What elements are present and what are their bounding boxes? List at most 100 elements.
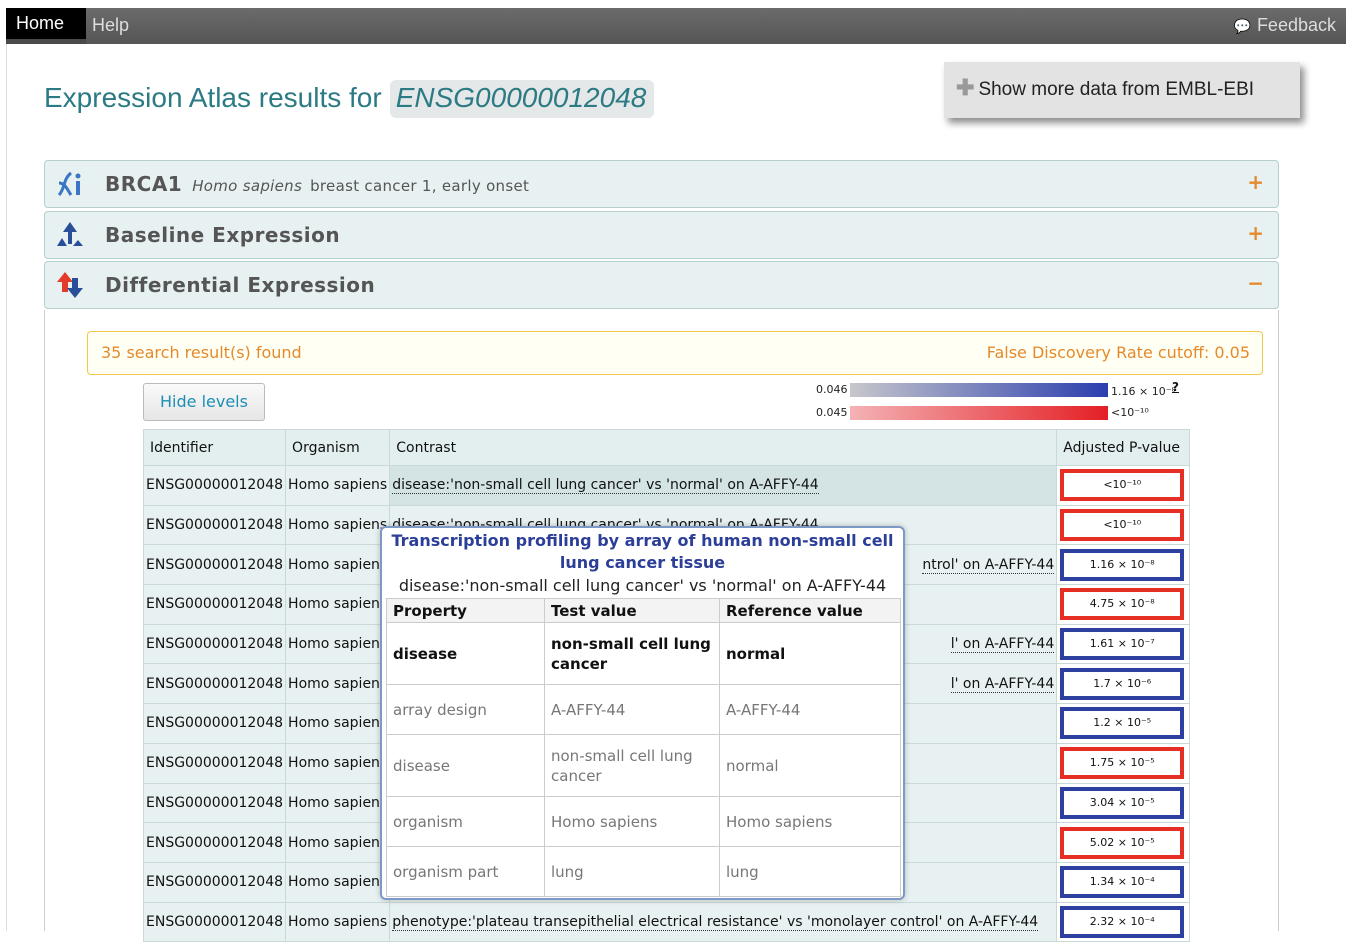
nav-help-tab[interactable]: Help bbox=[92, 8, 129, 44]
property-name: disease bbox=[386, 622, 545, 685]
fdr-cutoff: False Discovery Rate cutoff: 0.05 bbox=[986, 343, 1250, 362]
row-organism: Homo sapiens bbox=[285, 465, 391, 506]
legend-blue-max: 1.16 × 10⁻⁸ bbox=[1111, 385, 1176, 398]
row-p-value-cell: 1.7 × 10⁻⁶ bbox=[1056, 663, 1191, 705]
row-identifier: ENSG00000012048 bbox=[142, 742, 287, 784]
page-border bbox=[6, 44, 7, 931]
p-value-badge: 1.61 × 10⁻⁷ bbox=[1060, 628, 1185, 661]
results-summary: 35 search result(s) found False Discover… bbox=[87, 331, 1263, 375]
contrast-link[interactable]: phenotype:'plateau transepithelial elect… bbox=[392, 913, 1039, 931]
row-organism: Homo sapiens bbox=[285, 861, 391, 903]
header-adjusted-p-value[interactable]: Adjusted P-value bbox=[1056, 429, 1191, 466]
results-count: 35 search result(s) found bbox=[101, 343, 302, 362]
row-identifier: ENSG00000012048 bbox=[142, 465, 287, 506]
property-row: organism Homo sapiens Homo sapiens bbox=[386, 796, 901, 847]
table-row[interactable]: ENSG00000012048Homo sapiensdisease:'non-… bbox=[142, 465, 1191, 506]
row-p-value-cell: 1.16 × 10⁻⁸ bbox=[1056, 544, 1191, 586]
baseline-expression-icon bbox=[57, 222, 83, 246]
hide-levels-button[interactable]: Hide levels bbox=[143, 383, 265, 421]
property-name: organism part bbox=[386, 846, 545, 897]
legend-blue-gradient bbox=[850, 383, 1108, 397]
show-more-data-button[interactable]: ✚ Show more data from EMBL-EBI bbox=[944, 62, 1300, 118]
row-p-value-cell: 1.61 × 10⁻⁷ bbox=[1056, 623, 1191, 665]
p-value-badge: 1.16 × 10⁻⁸ bbox=[1060, 548, 1185, 581]
collapse-toggle-icon[interactable]: − bbox=[1247, 271, 1264, 295]
feedback-link[interactable]: 💬 Feedback bbox=[1234, 8, 1337, 44]
tooltip-header-test-value: Test value bbox=[544, 598, 720, 623]
experiment-tooltip: Transcription profiling by array of huma… bbox=[380, 526, 905, 900]
contrast-link[interactable]: l' on A-AFFY-44 bbox=[950, 675, 1055, 693]
differential-expression-icon bbox=[57, 272, 83, 298]
row-p-value-cell: <10⁻¹⁰ bbox=[1056, 504, 1191, 546]
p-value-badge: 2.32 × 10⁻⁴ bbox=[1060, 905, 1185, 938]
row-organism: Homo sapiens bbox=[285, 822, 391, 863]
row-identifier: ENSG00000012048 bbox=[142, 623, 287, 665]
tooltip-header-property: Property bbox=[386, 598, 545, 623]
property-name: organism bbox=[386, 796, 545, 847]
row-identifier: ENSG00000012048 bbox=[142, 782, 287, 824]
speech-bubble-icon: 💬 bbox=[1233, 18, 1251, 34]
expand-toggle-icon[interactable]: + bbox=[1247, 221, 1264, 245]
show-more-data-label: Show more data from EMBL-EBI bbox=[978, 79, 1255, 100]
row-organism: Homo sapiens bbox=[285, 544, 391, 586]
gene-info-panel[interactable]: BRCA1 Homo sapiens breast cancer 1, early … bbox=[44, 160, 1279, 208]
gene-symbol: BRCA1 bbox=[105, 172, 183, 196]
property-name: array design bbox=[386, 684, 545, 735]
row-p-value-cell: 1.34 × 10⁻⁴ bbox=[1056, 861, 1191, 903]
row-contrast[interactable]: disease:'non-small cell lung cancer' vs … bbox=[389, 465, 1058, 506]
legend-help-link[interactable]: ? bbox=[1172, 380, 1179, 394]
contrast-link[interactable]: disease:'non-small cell lung cancer' vs … bbox=[392, 477, 819, 495]
row-identifier: ENSG00000012048 bbox=[142, 861, 287, 903]
tooltip-contrast: disease:'non-small cell lung cancer' vs … bbox=[398, 576, 887, 595]
expand-toggle-icon[interactable]: + bbox=[1247, 170, 1264, 194]
gene-description: breast cancer 1, early onset bbox=[310, 177, 530, 195]
gene-species: Homo sapiens bbox=[192, 177, 303, 195]
property-reference-value: A-AFFY-44 bbox=[719, 684, 901, 735]
property-reference-value: Homo sapiens bbox=[719, 796, 901, 847]
row-organism: Homo sapiens bbox=[285, 742, 391, 784]
row-p-value-cell: 1.75 × 10⁻⁵ bbox=[1056, 742, 1191, 784]
differential-expression-panel[interactable]: Differential Expression − bbox=[44, 261, 1279, 309]
property-test-value: non-small cell lung cancer bbox=[544, 734, 720, 797]
p-value-badge: 5.02 × 10⁻⁵ bbox=[1060, 826, 1185, 859]
property-row: disease non-small cell lung cancer normal bbox=[386, 734, 901, 797]
row-contrast[interactable]: phenotype:'plateau transepithelial elect… bbox=[389, 901, 1058, 942]
legend-red-gradient bbox=[850, 406, 1108, 420]
property-test-value: Homo sapiens bbox=[544, 796, 720, 847]
p-value-badge: 1.7 × 10⁻⁶ bbox=[1060, 667, 1185, 700]
p-value-badge: <10⁻¹⁰ bbox=[1060, 509, 1185, 542]
property-row: array design A-AFFY-44 A-AFFY-44 bbox=[386, 684, 901, 735]
p-value-badge: 1.2 × 10⁻⁵ bbox=[1060, 707, 1185, 740]
p-value-badge: 3.04 × 10⁻⁵ bbox=[1060, 786, 1185, 819]
feedback-label: Feedback bbox=[1256, 15, 1336, 35]
contrast-link[interactable]: l' on A-AFFY-44 bbox=[950, 636, 1055, 654]
plus-icon: ✚ bbox=[956, 75, 975, 100]
page-title-prefix: Expression Atlas results for bbox=[44, 82, 382, 113]
legend-red-max: <10⁻¹⁰ bbox=[1111, 406, 1149, 419]
property-row: organism part lung lung bbox=[386, 846, 901, 897]
row-p-value-cell: 3.04 × 10⁻⁵ bbox=[1056, 782, 1191, 824]
baseline-expression-panel[interactable]: Baseline Expression + bbox=[44, 211, 1279, 259]
header-organism[interactable]: Organism bbox=[285, 429, 391, 466]
header-contrast[interactable]: Contrast bbox=[389, 429, 1058, 466]
row-p-value-cell: 1.2 × 10⁻⁵ bbox=[1056, 703, 1191, 744]
property-test-value: lung bbox=[544, 846, 720, 897]
property-reference-value: normal bbox=[719, 734, 901, 797]
contrast-link[interactable]: ntrol' on A-AFFY-44 bbox=[922, 556, 1055, 574]
row-identifier: ENSG00000012048 bbox=[142, 504, 287, 546]
table-row[interactable]: ENSG00000012048 Homo sapiens phenotype:'pl… bbox=[142, 901, 1191, 942]
row-identifier: ENSG00000012048 bbox=[142, 584, 287, 625]
row-identifier: ENSG00000012048 bbox=[142, 544, 287, 586]
row-p-value-cell: 5.02 × 10⁻⁵ bbox=[1056, 822, 1191, 863]
property-row: disease non-small cell lung cancer normal bbox=[386, 622, 901, 685]
legend-red-min: 0.045 bbox=[816, 406, 848, 419]
p-value-badge: <10⁻¹⁰ bbox=[1060, 469, 1185, 502]
nav-home-tab[interactable]: Home bbox=[6, 8, 86, 44]
tooltip-properties-table: Property Test value Reference value dise… bbox=[386, 598, 901, 897]
top-nav-bar: Home Help 💬 Feedback bbox=[6, 8, 1346, 44]
header-identifier[interactable]: Identifier bbox=[142, 429, 287, 466]
row-organism: Homo sapiens bbox=[285, 703, 391, 744]
property-test-value: non-small cell lung cancer bbox=[544, 622, 720, 685]
row-identifier: ENSG00000012048 bbox=[142, 822, 287, 863]
property-reference-value: lung bbox=[719, 846, 901, 897]
